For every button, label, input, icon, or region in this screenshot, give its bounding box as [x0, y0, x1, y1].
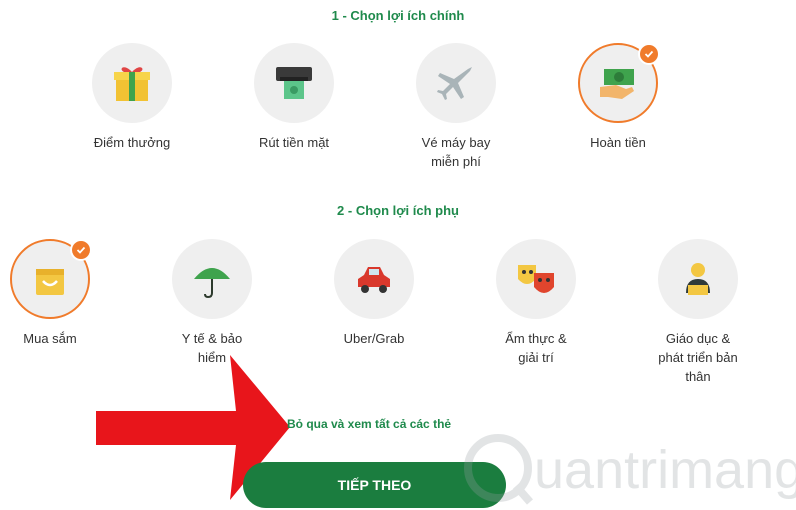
section-2-title: 2 - Chọn lợi ích phụ: [337, 203, 459, 218]
option-hoan-tien[interactable]: Hoàn tiền: [553, 43, 683, 152]
option-label: Mua sắm: [23, 331, 77, 346]
theater-masks-icon: [518, 265, 554, 293]
option-y-te[interactable]: Y tế & bảo hiểm: [147, 239, 277, 367]
option-mua-sam[interactable]: Mua sắm: [0, 239, 115, 348]
option-am-thuc[interactable]: Ẩm thực & giải trí: [471, 239, 601, 367]
option-circle: [416, 43, 496, 123]
check-icon: [70, 239, 92, 261]
car-icon: [358, 267, 390, 293]
airplane-icon: [437, 67, 472, 100]
option-label: Điểm thưởng: [93, 135, 171, 150]
shopping-bag-icon: [36, 269, 64, 295]
option-label: Hoàn tiền: [590, 135, 646, 150]
atm-cash-icon: [276, 67, 312, 99]
option-diem-thuong[interactable]: Điểm thưởng: [67, 43, 197, 152]
option-circle-selected: [10, 239, 92, 319]
option-circle: [658, 239, 738, 319]
person-laptop-icon: [686, 263, 710, 295]
option-circle: [172, 239, 252, 319]
option-uber-grab[interactable]: Uber/Grab: [309, 239, 439, 348]
option-label: Vé máy bay miễn phí: [421, 135, 491, 169]
option-ve-may-bay[interactable]: Vé máy bay miễn phí: [391, 43, 521, 171]
option-rut-tien-mat[interactable]: Rút tiền mặt: [229, 43, 359, 152]
option-circle: [92, 43, 172, 123]
watermark-text: uantrimang: [534, 440, 796, 500]
option-circle: [254, 43, 334, 123]
option-circle: [334, 239, 414, 319]
option-circle: [496, 239, 576, 319]
option-label: Rút tiền mặt: [258, 135, 330, 150]
check-icon: [638, 43, 660, 65]
section-1-title: 1 - Chọn lợi ích chính: [331, 8, 465, 23]
cashback-hand-icon: [600, 69, 634, 99]
skip-link[interactable]: Bỏ qua và xem tất cả các thẻ: [287, 417, 451, 431]
quantrimang-watermark: uantrimang: [464, 434, 796, 505]
umbrella-icon: [194, 268, 230, 299]
option-label: Giáo dục & phát triển bản thân: [658, 331, 738, 384]
gift-icon: [114, 67, 150, 101]
option-giao-duc[interactable]: Giáo dục & phát triển bản thân: [633, 239, 763, 386]
option-label: Ẩm thực & giải trí: [505, 331, 567, 365]
option-label: Uber/Grab: [343, 331, 405, 346]
option-circle-selected: [578, 43, 660, 123]
